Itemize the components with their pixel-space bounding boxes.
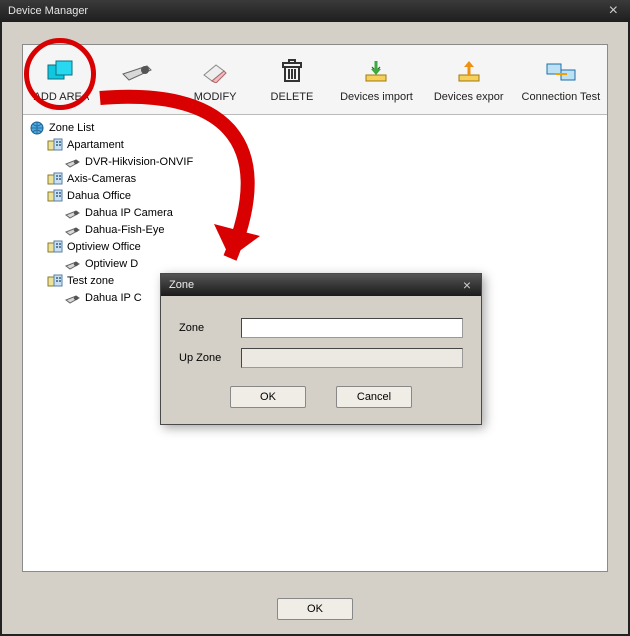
tree-area-label: Optiview Office xyxy=(67,241,141,253)
tree-root[interactable]: Zone List xyxy=(29,120,601,136)
close-icon[interactable]: × xyxy=(461,277,473,293)
tree-area-label: Test zone xyxy=(67,275,114,287)
connection-icon xyxy=(544,57,578,87)
tree-device-label: Dahua IP C xyxy=(85,292,142,304)
dialog-body: Zone Up Zone OK Cancel xyxy=(161,296,481,424)
ok-button[interactable]: OK xyxy=(277,598,353,620)
tree-area[interactable]: Axis-Cameras xyxy=(47,171,601,187)
window-title-bar: Device Manager × xyxy=(0,0,630,22)
tree-area-label: Apartament xyxy=(67,139,124,151)
area-icon xyxy=(47,274,63,288)
tree-device[interactable]: DVR-Hikvision-ONVIF xyxy=(65,154,601,170)
tree-device-label: Optiview D xyxy=(85,258,138,270)
dialog-ok-button[interactable]: OK xyxy=(230,386,306,408)
close-icon[interactable]: × xyxy=(605,2,622,20)
tree-device[interactable]: Dahua IP Camera xyxy=(65,205,601,221)
zone-input[interactable] xyxy=(241,318,463,338)
toolbar-label: ADD D xyxy=(121,91,155,103)
device-icon xyxy=(65,291,81,305)
connection-test-button[interactable]: Connection Test xyxy=(515,45,607,114)
tree-area-label: Dahua Office xyxy=(67,190,131,202)
modify-button[interactable]: MODIFY xyxy=(177,45,254,114)
upzone-input[interactable] xyxy=(241,348,463,368)
tree-area[interactable]: Apartament xyxy=(47,137,601,153)
tree-root-label: Zone List xyxy=(49,122,94,134)
tree-area-label: Axis-Cameras xyxy=(67,173,136,185)
tree-device-label: DVR-Hikvision-ONVIF xyxy=(85,156,193,168)
area-icon xyxy=(47,189,63,203)
device-icon xyxy=(65,155,81,169)
trash-icon xyxy=(275,57,309,87)
bottom-button-row: OK xyxy=(2,598,628,620)
add-device-button[interactable]: ADD D xyxy=(100,45,177,114)
globe-icon xyxy=(29,121,45,135)
delete-button[interactable]: DELETE xyxy=(254,45,331,114)
add-area-icon xyxy=(44,57,78,87)
toolbar-label: Devices expor xyxy=(434,91,504,103)
export-icon xyxy=(452,57,486,87)
toolbar-label: DELETE xyxy=(271,91,314,103)
tree-device-label: Dahua-Fish-Eye xyxy=(85,224,164,236)
tree-device[interactable]: Dahua-Fish-Eye xyxy=(65,222,601,238)
upzone-label: Up Zone xyxy=(179,352,241,364)
zone-label: Zone xyxy=(179,322,241,334)
toolbar-label: ADD AREA xyxy=(34,91,90,103)
device-icon xyxy=(65,206,81,220)
tree-device[interactable]: Optiview D xyxy=(65,256,601,272)
area-icon xyxy=(47,240,63,254)
dialog-title: Zone xyxy=(169,279,194,291)
tree-area[interactable]: Dahua Office xyxy=(47,188,601,204)
add-device-icon xyxy=(121,57,155,87)
toolbar-label: Devices import xyxy=(340,91,413,103)
window-title: Device Manager xyxy=(8,5,88,17)
toolbar-label: MODIFY xyxy=(194,91,237,103)
device-icon xyxy=(65,257,81,271)
zone-dialog: Zone × Zone Up Zone OK Cancel xyxy=(160,273,482,425)
area-icon xyxy=(47,172,63,186)
devices-import-button[interactable]: Devices import xyxy=(330,45,422,114)
import-icon xyxy=(359,57,393,87)
toolbar: ADD AREA ADD D xyxy=(23,45,607,115)
add-area-button[interactable]: ADD AREA xyxy=(23,45,100,114)
dialog-title-bar: Zone × xyxy=(161,274,481,296)
toolbar-label: Connection Test xyxy=(522,91,601,103)
eraser-icon xyxy=(198,57,232,87)
device-icon xyxy=(65,223,81,237)
area-icon xyxy=(47,138,63,152)
dialog-cancel-button[interactable]: Cancel xyxy=(336,386,412,408)
tree-device-label: Dahua IP Camera xyxy=(85,207,173,219)
tree-area[interactable]: Optiview Office xyxy=(47,239,601,255)
devices-export-button[interactable]: Devices expor xyxy=(423,45,515,114)
